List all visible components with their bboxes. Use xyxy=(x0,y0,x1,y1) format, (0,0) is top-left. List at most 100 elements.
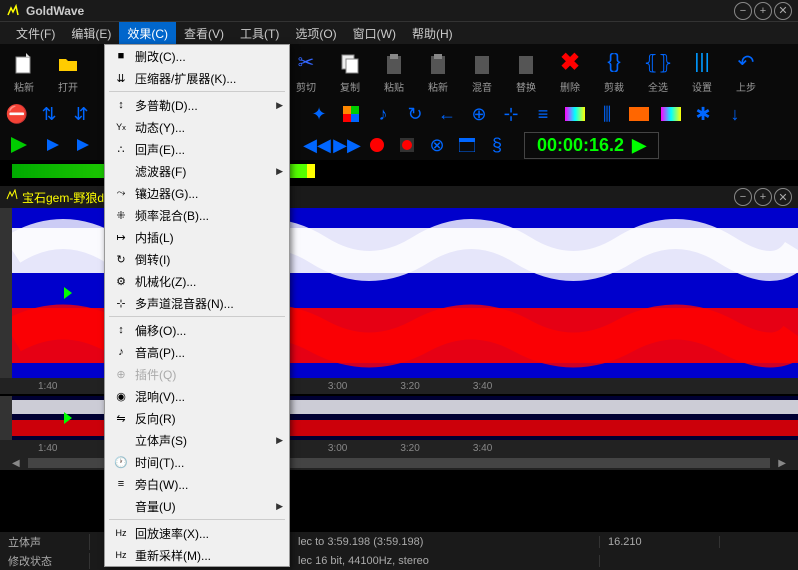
copy-button[interactable]: 复制 xyxy=(330,47,370,95)
menu-multichannel[interactable]: ⊹多声道混音器(N)... xyxy=(105,292,289,314)
menu-pitch[interactable]: ♪音高(P)... xyxy=(105,341,289,363)
down-icon[interactable]: ↓ xyxy=(722,101,748,127)
mix-button[interactable]: 混音 xyxy=(462,47,502,95)
undo-icon: ↶ xyxy=(732,49,760,77)
rewind-button[interactable]: ◀◀ xyxy=(304,132,330,158)
forward-button[interactable]: ▶▶ xyxy=(334,132,360,158)
menu-tools[interactable]: 工具(T) xyxy=(232,22,287,45)
overview-cursor[interactable] xyxy=(64,412,72,424)
play-cursor[interactable] xyxy=(64,287,72,299)
close-button[interactable]: ✕ xyxy=(774,2,792,20)
stop-button[interactable]: ⊗ xyxy=(424,132,450,158)
sliders-icon[interactable]: ⊹ xyxy=(498,101,524,127)
separator xyxy=(109,519,285,520)
maximize-button[interactable]: + xyxy=(754,2,772,20)
menu-time[interactable]: 🕐时间(T)... xyxy=(105,451,289,473)
window-button[interactable] xyxy=(454,132,480,158)
window-controls: − + ✕ xyxy=(734,2,792,20)
app-title: GoldWave xyxy=(26,4,734,18)
back-icon[interactable]: ← xyxy=(434,101,460,127)
doppler-icon: ↕ xyxy=(111,99,131,111)
replace-button[interactable]: 替换 xyxy=(506,47,546,95)
columns-icon[interactable]: ⫼ xyxy=(594,101,620,127)
menu-file[interactable]: 文件(F) xyxy=(8,22,63,45)
grid-icon[interactable] xyxy=(338,101,364,127)
menu-mechanize[interactable]: ⚙机械化(Z)... xyxy=(105,270,289,292)
menu-offset[interactable]: ↕偏移(O)... xyxy=(105,319,289,341)
menu-playback-rate[interactable]: Hz回放速率(X)... xyxy=(105,522,289,544)
menu-filter[interactable]: 滤波器(F)▶ xyxy=(105,160,289,182)
menu-reverse[interactable]: ⇋反向(R) xyxy=(105,407,289,429)
eq-icon[interactable]: ≡ xyxy=(530,101,556,127)
interpolate-icon: ↦ xyxy=(111,231,131,244)
compressor-icon: ⇊ xyxy=(111,72,131,85)
time-mark: 3:00 xyxy=(328,443,347,454)
status-position: 16.210 xyxy=(600,536,720,548)
menu-dynamics[interactable]: Yx动态(Y)... xyxy=(105,116,289,138)
marker-icon[interactable]: ✱ xyxy=(690,101,716,127)
menu-plugin: ⊕插件(Q) xyxy=(105,363,289,385)
record2-button[interactable] xyxy=(394,132,420,158)
menu-stereo[interactable]: 立体声(S)▶ xyxy=(105,429,289,451)
select-all-button[interactable]: ⦃⦄ 全选 xyxy=(638,47,678,95)
menu-view[interactable]: 查看(V) xyxy=(176,22,232,45)
menu-compressor[interactable]: ⇊压缩器/扩展器(K)... xyxy=(105,67,289,89)
menu-reverb[interactable]: ◉混响(V)... xyxy=(105,385,289,407)
time-mark: 3:40 xyxy=(473,443,492,454)
paste-new-button[interactable]: 粘新 xyxy=(4,47,44,95)
menu-doppler[interactable]: ↕多普勒(D)...▶ xyxy=(105,94,289,116)
cut-button[interactable]: ✂ 剪切 xyxy=(286,47,326,95)
menu-resample[interactable]: Hz重新采样(M)... xyxy=(105,544,289,566)
settings-button[interactable]: ||| 设置 xyxy=(682,47,722,95)
dynamics-icon: Yx xyxy=(111,122,131,132)
arrows-icon[interactable]: ⇅ xyxy=(36,101,62,127)
menu-freq-blend[interactable]: ⁜频率混合(B)... xyxy=(105,204,289,226)
arrows2-icon[interactable]: ⇵ xyxy=(68,101,94,127)
menu-invert[interactable]: ↻倒转(I) xyxy=(105,248,289,270)
open-button[interactable]: 打开 xyxy=(48,47,88,95)
menu-help[interactable]: 帮助(H) xyxy=(404,22,461,45)
play-alt2-button[interactable] xyxy=(70,132,96,158)
scroll-right-icon[interactable]: ▶ xyxy=(778,458,786,469)
spectrum-icon[interactable] xyxy=(562,101,588,127)
menu-echo[interactable]: ∴回声(E)... xyxy=(105,138,289,160)
undo-button[interactable]: ↶ 上步 xyxy=(726,47,766,95)
note-icon[interactable]: ♪ xyxy=(370,101,396,127)
record-button[interactable] xyxy=(364,132,390,158)
link-button[interactable]: § xyxy=(484,132,510,158)
doc-minimize-button[interactable]: − xyxy=(734,188,752,206)
scroll-left-icon[interactable]: ◀ xyxy=(12,458,20,469)
select-all-icon: ⦃⦄ xyxy=(644,49,672,77)
play-alt-button[interactable] xyxy=(40,132,66,158)
mix-icon xyxy=(468,49,496,77)
delete-button[interactable]: ✖ 删除 xyxy=(550,47,590,95)
minimize-button[interactable]: − xyxy=(734,2,752,20)
star-icon[interactable]: ✦ xyxy=(306,101,332,127)
menu-interpolate[interactable]: ↦内插(L) xyxy=(105,226,289,248)
trim-button[interactable]: {} 剪裁 xyxy=(594,47,634,95)
reload-icon[interactable]: ↻ xyxy=(402,101,428,127)
menu-censor[interactable]: ■删改(C)... xyxy=(105,45,289,67)
doc-maximize-button[interactable]: + xyxy=(754,188,772,206)
menu-effects[interactable]: 效果(C) xyxy=(119,22,176,45)
paste-at-button[interactable]: 粘新 xyxy=(418,47,458,95)
spectrum2-icon[interactable] xyxy=(658,101,684,127)
no-entry-icon[interactable]: ⛔ xyxy=(4,101,30,127)
timer-play-icon: ▶ xyxy=(632,135,646,156)
menu-flanger[interactable]: ⤳镶边器(G)... xyxy=(105,182,289,204)
menu-options[interactable]: 选项(O) xyxy=(287,22,344,45)
menu-window[interactable]: 窗口(W) xyxy=(345,22,404,45)
badge-icon[interactable] xyxy=(626,101,652,127)
multichannel-icon: ⊹ xyxy=(111,297,131,310)
center-icon[interactable]: ⊕ xyxy=(466,101,492,127)
menu-voiceover[interactable]: ≡旁白(W)... xyxy=(105,473,289,495)
submenu-arrow-icon: ▶ xyxy=(276,166,283,177)
play-button[interactable] xyxy=(4,133,36,157)
folder-icon xyxy=(54,49,82,77)
menu-volume[interactable]: 音量(U)▶ xyxy=(105,495,289,517)
menu-edit[interactable]: 编辑(E) xyxy=(63,22,119,45)
time-mark: 3:20 xyxy=(400,381,419,392)
invert-icon: ↻ xyxy=(111,253,131,266)
paste-button[interactable]: 粘贴 xyxy=(374,47,414,95)
doc-close-button[interactable]: ✕ xyxy=(774,188,792,206)
